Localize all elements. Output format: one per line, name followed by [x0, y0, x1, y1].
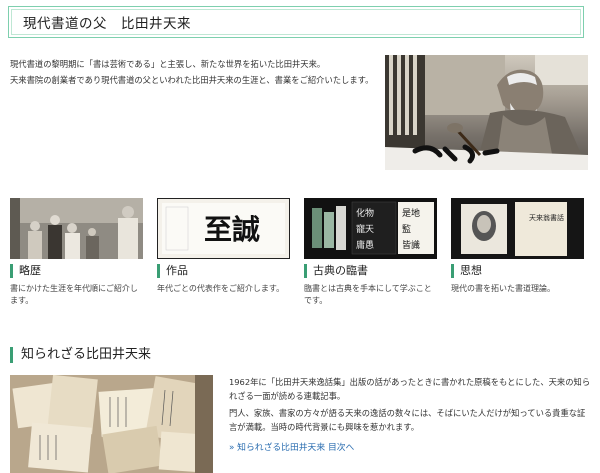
card-works[interactable]: 至誠 作品 年代ごとの代表作をご紹介します。	[157, 198, 290, 295]
card-works-title[interactable]: 作品	[157, 264, 290, 278]
card-classics-title[interactable]: 古典の臨書	[304, 264, 437, 278]
intro-line-2: 天来書院の創業者であり現代書道の父といわれた比田井天来の生涯と、書業をご紹介いた…	[10, 75, 374, 85]
classic-col-text-2: 庸愚	[356, 239, 374, 251]
card-thought-desc: 現代の書を拓いた書道理論。	[451, 284, 555, 293]
page-title-text: 現代書道の父 比田井天来	[23, 16, 191, 32]
card-thought-title[interactable]: 思想	[451, 264, 584, 278]
unknown-section-text: 1962年に「比田井天来逸話集」出版の話があったときに書かれた原稿をもとにした、…	[229, 375, 591, 437]
works-calligraphy: 至誠	[157, 198, 290, 259]
unknown-section-heading: 知られざる比田井天来	[10, 347, 151, 363]
hero-photo-tenrai-writing	[385, 55, 588, 170]
card-biography-desc: 書にかけた生涯を年代順にご紹介します。	[10, 284, 138, 305]
card-works-desc: 年代ごとの代表作をご紹介します。	[157, 284, 285, 293]
card-biography-title[interactable]: 略歴	[10, 264, 143, 278]
page-title: 現代書道の父 比田井天来	[8, 6, 584, 38]
thought-book-image: 天来翁書話	[451, 198, 584, 259]
classic-col-text-0: 化物	[356, 207, 374, 219]
classic-col-text-3: 是地	[402, 207, 420, 219]
works-calligraphy-characters: 至誠	[204, 213, 260, 246]
intro-line-1: 現代書道の黎明期に「書は芸術である」と主張し、新たな世界を拓いた比田井天来。	[10, 59, 326, 69]
biography-photo	[10, 198, 143, 259]
card-classics[interactable]: 化物 寵天 庸愚 是地 監 皆識 古典の臨書 臨書とは古典を手本にして学ぶことで…	[304, 198, 437, 307]
intro-text: 現代書道の黎明期に「書は芸術である」と主張し、新たな世界を拓いた比田井天来。 天…	[10, 56, 375, 88]
unknown-toc-link[interactable]: » 知られざる比田井天来 目次へ	[229, 440, 354, 453]
classic-col-text-4: 監	[402, 223, 411, 235]
card-classics-desc: 臨書とは古典を手本にして学ぶことです。	[304, 284, 432, 305]
card-thought[interactable]: 天来翁書話 思想 現代の書を拓いた書道理論。	[451, 198, 584, 295]
thought-book-title: 天来翁書話	[529, 213, 564, 222]
classic-col-text-1: 寵天	[356, 223, 374, 235]
unknown-paragraph-1: 1962年に「比田井天来逸話集」出版の話があったときに書かれた原稿をもとにした、…	[229, 377, 591, 401]
unknown-paragraph-2: 門人、家族、書家の方々が語る天来の逸話の数々には、そばにいた人だけが知っている貴…	[229, 408, 586, 432]
card-biography[interactable]: 略歴 書にかけた生涯を年代順にご紹介します。	[10, 198, 143, 307]
classics-books-image: 化物 寵天 庸愚 是地 監 皆識	[304, 198, 437, 259]
letters-manuscripts-photo	[10, 375, 213, 473]
classic-col-text-5: 皆識	[402, 239, 420, 251]
